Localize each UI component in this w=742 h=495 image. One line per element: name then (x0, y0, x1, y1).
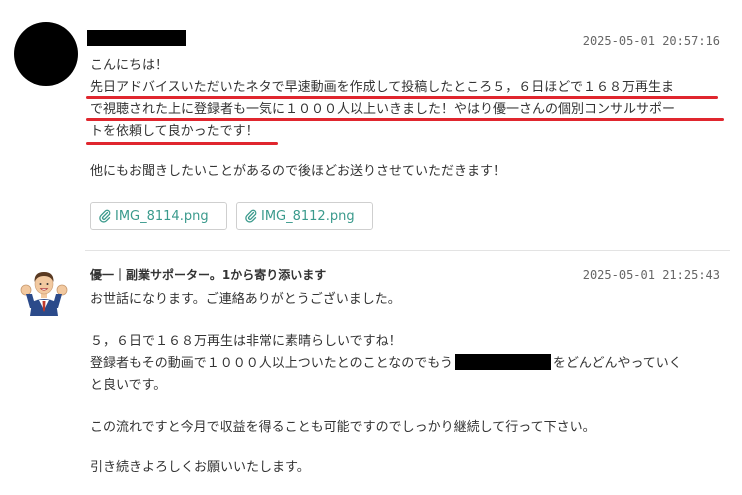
message-body-line: と良いです。 (90, 378, 167, 393)
avatar[interactable] (18, 264, 70, 316)
message-text-segment: をどんどんやっていく (552, 356, 682, 371)
attachment-link[interactable]: IMG_8114.png (90, 202, 227, 230)
message-body-line: ５，６日で１６８万再生は非常に素晴らしいですね！ (90, 334, 402, 349)
attachment-link[interactable]: IMG_8112.png (236, 202, 373, 230)
avatar[interactable] (14, 22, 78, 86)
message-timestamp: 2025-05-01 20:57:16 (582, 34, 720, 48)
message-body-line: で視聴された上に登録者も一気に１０００人以上いきました！やはり優一さんの個別コン… (90, 102, 676, 117)
redacted-username (87, 30, 186, 46)
message-body-line: この流れですと今月で収益を得ることも可能ですのでしっかり継続して行って下さい。 (90, 420, 596, 435)
message-body-line: 登録者もその動画で１０００人以上ついたとのことなのでもう をどんどんやっていく (90, 354, 682, 374)
message-timestamp: 2025-05-01 21:25:43 (582, 268, 720, 282)
highlight-underline (86, 118, 724, 121)
message-divider (85, 250, 730, 251)
attachment-filename: IMG_8114.png (115, 208, 209, 224)
message-body-line: お世話になります。ご連絡ありがとうございました。 (90, 292, 401, 307)
followup-text: 他にもお聞きしたいことがあるので後ほどお送りさせていただきます！ (90, 164, 507, 179)
redacted-text (454, 354, 551, 370)
attachment-filename: IMG_8112.png (261, 208, 355, 224)
message-body-line: トを依頼して良かったです！ (90, 124, 259, 139)
greeting-text: こんにちは！ (90, 58, 169, 73)
message-body-line: 引き続きよろしくお願いいたします。 (90, 460, 310, 475)
highlight-underline (86, 142, 278, 145)
highlight-underline (86, 96, 718, 99)
paperclip-icon (245, 209, 257, 223)
paperclip-icon (99, 209, 111, 223)
message-body-line: 先日アドバイスいただいたネタで早速動画を作成して投稿したところ５，６日ほどで１６… (90, 80, 674, 95)
message-text-segment: 登録者もその動画で１０００人以上ついたとのことなのでもう (90, 356, 453, 371)
sender-name[interactable]: 優一｜副業サポーター。1から寄り添います (90, 266, 326, 283)
